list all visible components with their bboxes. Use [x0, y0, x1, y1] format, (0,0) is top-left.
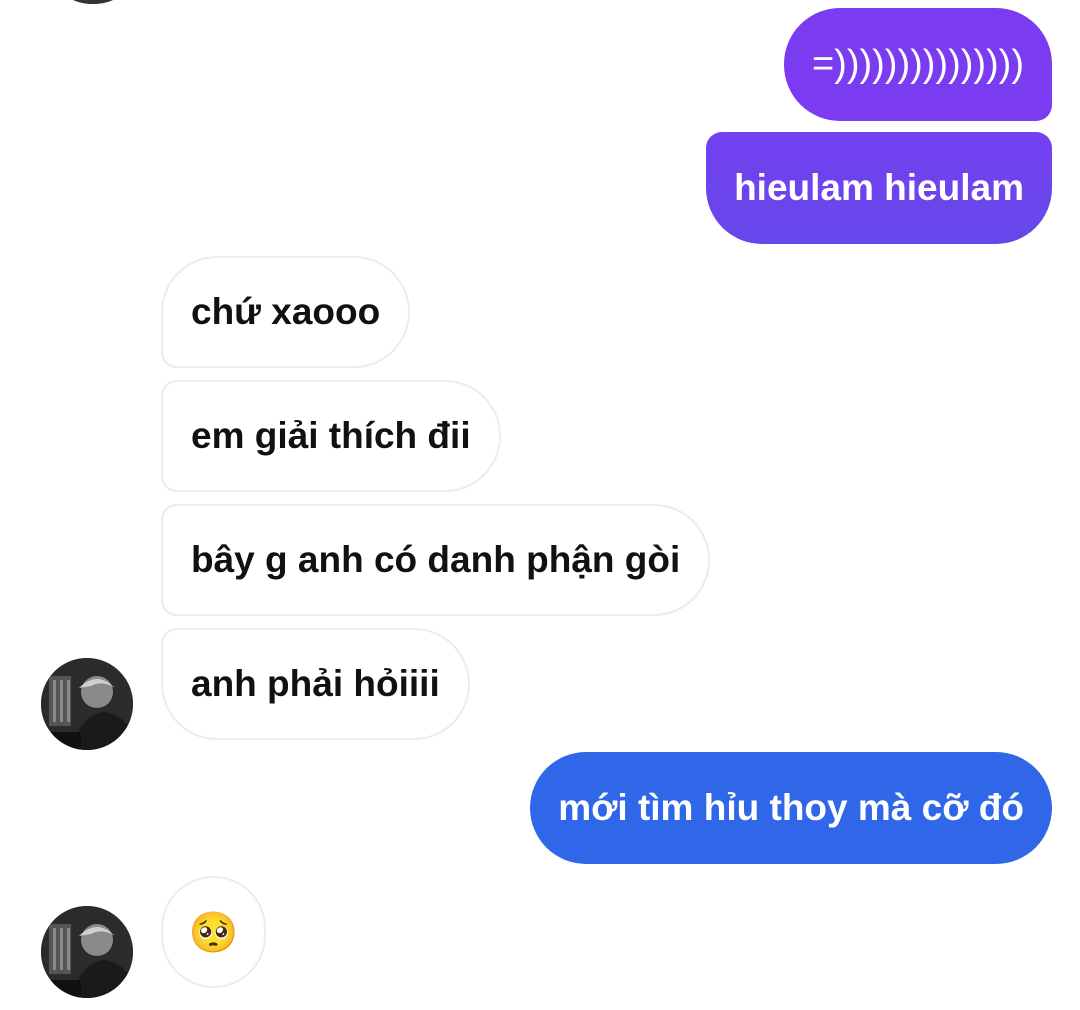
- message-bubble-incoming[interactable]: anh phải hỏiiii: [161, 628, 470, 740]
- pleading-face-emoji: 🥺: [188, 910, 239, 955]
- message-bubble-incoming[interactable]: em giải thích đii: [161, 380, 501, 492]
- message-text: mới tìm hỉu thoy mà cỡ đó: [558, 787, 1024, 828]
- message-text: =))))))))))))))): [811, 43, 1024, 85]
- message-bubble-incoming[interactable]: bây g anh có danh phận gòi: [161, 504, 711, 616]
- message-text: anh phải hỏiiii: [191, 663, 440, 704]
- contact-avatar-photo: [41, 906, 133, 998]
- message-thread: =))))))))))))))) hieulam hieulam chứ xao…: [0, 0, 1080, 1010]
- contact-avatar-photo: [41, 658, 133, 750]
- message-text: hieulam hieulam: [734, 167, 1024, 208]
- message-bubble-outgoing[interactable]: =))))))))))))))): [783, 8, 1052, 121]
- message-text: em giải thích đii: [191, 415, 471, 456]
- message-text: bây g anh có danh phận gòi: [191, 539, 681, 580]
- contact-avatar[interactable]: [41, 658, 133, 750]
- message-text: chứ xaooo: [191, 291, 381, 332]
- contact-avatar[interactable]: [58, 0, 128, 4]
- contact-avatar[interactable]: [41, 906, 133, 998]
- message-bubble-outgoing[interactable]: mới tìm hỉu thoy mà cỡ đó: [530, 752, 1052, 864]
- message-bubble-outgoing[interactable]: hieulam hieulam: [706, 132, 1052, 244]
- message-bubble-incoming[interactable]: chứ xaooo: [161, 256, 411, 368]
- emoji-message-bubble[interactable]: 🥺: [161, 876, 266, 988]
